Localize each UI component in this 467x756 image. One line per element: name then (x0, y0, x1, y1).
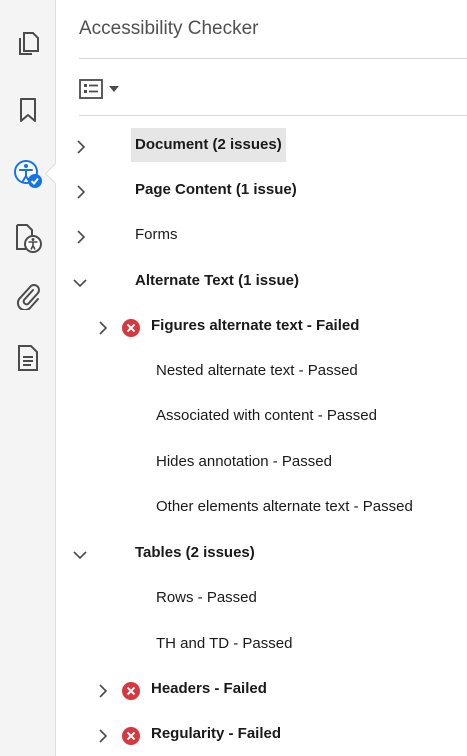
tree-item-label: Other elements alternate text - Passed (156, 498, 413, 515)
accessibility-checker-icon[interactable] (10, 156, 46, 192)
tree-item-label: Tables (2 issues) (135, 544, 255, 561)
tree-item-hides-annotation[interactable]: Hides annotation - Passed (57, 445, 467, 481)
tree-item-label: Nested alternate text - Passed (156, 362, 358, 379)
tree-item-label: Hides annotation - Passed (156, 453, 332, 470)
bookmark-icon[interactable] (10, 92, 46, 128)
tree-item-associated-with-content[interactable]: Associated with content - Passed (57, 399, 467, 435)
options-menu-button[interactable] (79, 76, 129, 102)
tree-item-label: Headers - Failed (151, 680, 267, 697)
tree-item-forms[interactable]: Forms (57, 218, 467, 254)
chevron-right-icon[interactable] (74, 230, 88, 244)
chevron-right-icon[interactable] (96, 321, 110, 335)
tree-item-document[interactable]: Document (2 issues) (57, 128, 467, 164)
tree-item-label: Alternate Text (1 issue) (135, 272, 299, 289)
failed-icon (122, 319, 140, 337)
tree-item-other-elements-alternate-text[interactable]: Other elements alternate text - Passed (57, 490, 467, 526)
divider (79, 115, 467, 116)
tree-item-label: Figures alternate text - Failed (151, 317, 360, 334)
caret-down-icon (109, 86, 119, 92)
tree-item-tables[interactable]: Tables (2 issues) (57, 536, 467, 572)
chevron-down-icon[interactable] (73, 276, 87, 290)
tree-item-alternate-text[interactable]: Alternate Text (1 issue) (57, 264, 467, 300)
accessibility-tags-icon[interactable] (10, 220, 46, 256)
tree-item-regularity[interactable]: Regularity - Failed (57, 717, 467, 753)
failed-icon (122, 727, 140, 745)
tree-item-th-and-td[interactable]: TH and TD - Passed (57, 627, 467, 663)
tree-item-label: Associated with content - Passed (156, 407, 377, 424)
list-options-icon (79, 79, 103, 99)
tree-item-label: Page Content (1 issue) (135, 181, 297, 198)
chevron-right-icon[interactable] (96, 684, 110, 698)
tree-item-headers[interactable]: Headers - Failed (57, 672, 467, 708)
tree-item-label: Document (2 issues) (131, 128, 286, 162)
divider (79, 58, 467, 59)
chevron-right-icon[interactable] (74, 140, 88, 154)
chevron-down-icon[interactable] (73, 548, 87, 562)
chevron-right-icon[interactable] (96, 729, 110, 743)
attachment-icon[interactable] (10, 278, 46, 314)
tree-item-label: Rows - Passed (156, 589, 257, 606)
tree-item-label: Regularity - Failed (151, 725, 282, 742)
tree-item-rows[interactable]: Rows - Passed (57, 581, 467, 617)
tools-rail (0, 0, 56, 756)
pages-icon[interactable] (10, 26, 46, 62)
tree-item-label: Forms (135, 226, 178, 243)
tree-item-label: TH and TD - Passed (156, 635, 293, 652)
chevron-right-icon[interactable] (74, 185, 88, 199)
content-icon[interactable] (10, 340, 46, 376)
failed-icon (122, 682, 140, 700)
tree-item-nested-alternate-text[interactable]: Nested alternate text - Passed (57, 354, 467, 390)
accessibility-checker-panel: Accessibility Checker Document (2 issues… (57, 0, 467, 756)
tree-item-figures-alternate-text[interactable]: Figures alternate text - Failed (57, 309, 467, 345)
panel-title: Accessibility Checker (79, 18, 259, 39)
tree-item-page-content[interactable]: Page Content (1 issue) (57, 173, 467, 209)
